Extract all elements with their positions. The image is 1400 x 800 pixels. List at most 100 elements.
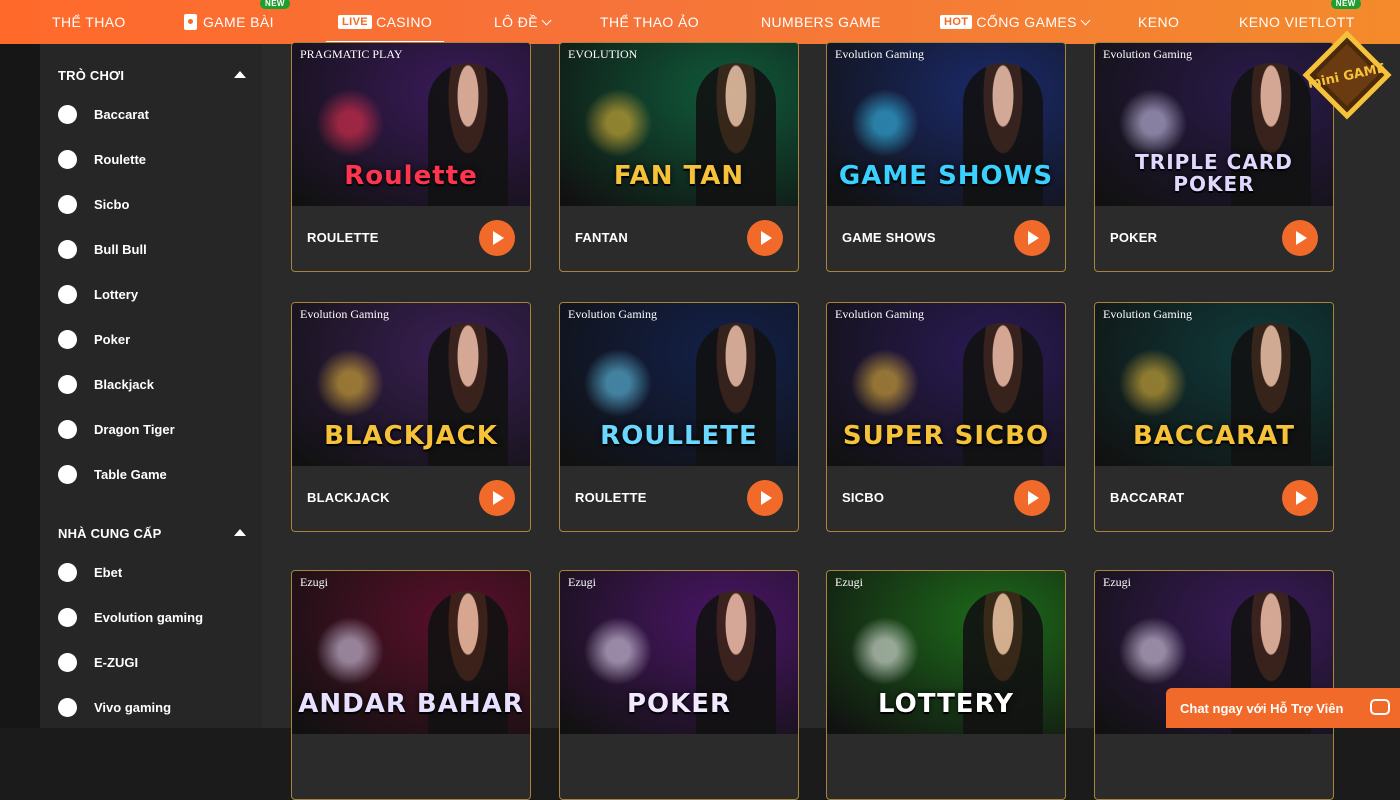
game-thumbnail[interactable]: Evolution Gaming BLACKJACK	[292, 303, 530, 466]
top-navigation: THỂ THAO GAME BÀI NEW LIVE CASINO LÔ ĐỀ TH…	[0, 0, 1400, 44]
provider-logo: Ezugi	[1103, 575, 1131, 589]
provider-logo: Evolution Gaming	[568, 307, 657, 321]
filter-game-baccarat[interactable]: Baccarat	[58, 103, 149, 125]
game-thumbnail[interactable]: Ezugi POKER	[560, 571, 798, 734]
game-thumbnail[interactable]: PRAGMATIC PLAY Roulette	[292, 43, 530, 206]
play-button-icon[interactable]	[1014, 220, 1050, 256]
game-prop-image	[310, 343, 390, 423]
game-thumbnail[interactable]: Ezugi ANDAR BAHAR	[292, 571, 530, 734]
game-thumbnail[interactable]: Evolution Gaming TRIPLE CARD POKER	[1095, 43, 1333, 206]
play-button-icon[interactable]	[479, 220, 515, 256]
nav-item-the-thao-ao[interactable]: THỂ THAO ẢO	[600, 0, 699, 44]
mini-game-icon[interactable]: mini GAME	[1302, 30, 1392, 120]
game-card[interactable]: EzugiRO	[1094, 570, 1334, 800]
nav-label: KENO	[1138, 14, 1180, 30]
game-thumbnail[interactable]: Evolution Gaming GAME SHOWS	[827, 43, 1065, 206]
nav-label: GAME BÀI	[203, 14, 274, 30]
nav-label: NUMBERS GAME	[761, 14, 881, 30]
game-banner-text: GAME SHOWS	[838, 161, 1054, 191]
nav-item-numbers-game[interactable]: NUMBERS GAME	[761, 0, 881, 44]
provider-logo: Ezugi	[568, 575, 596, 589]
play-button-icon[interactable]	[479, 480, 515, 516]
filter-label: Table Game	[94, 466, 167, 482]
game-prop-image	[845, 343, 925, 423]
game-banner-text: Roulette	[344, 161, 478, 191]
filter-provider-ezugi[interactable]: E-ZUGI	[58, 651, 138, 673]
filter-provider-vivo[interactable]: Vivo gaming	[58, 696, 171, 718]
game-card[interactable]: Evolution Gaming SUPER SICBO SICBO	[826, 302, 1066, 532]
play-button-icon[interactable]	[1282, 480, 1318, 516]
game-card[interactable]: Evolution Gaming ROULLETE ROULETTE	[559, 302, 799, 532]
filter-game-blackjack[interactable]: Blackjack	[58, 373, 154, 395]
radio-icon	[58, 697, 77, 717]
filter-game-dragon-tiger[interactable]: Dragon Tiger	[58, 418, 175, 440]
game-card[interactable]: Evolution Gaming GAME SHOWS GAME SHOWS	[826, 42, 1066, 272]
nav-item-casino[interactable]: LIVE CASINO	[326, 0, 445, 44]
filter-game-table-game[interactable]: Table Game	[58, 463, 167, 485]
radio-icon	[58, 607, 77, 627]
game-thumbnail[interactable]: Ezugi LOTTERY	[827, 571, 1065, 734]
filter-game-roulette[interactable]: Roulette	[58, 148, 146, 170]
filter-label: Roulette	[94, 151, 146, 167]
nav-item-the-thao[interactable]: THỂ THAO	[52, 0, 126, 44]
filter-game-bull-bull[interactable]: Bull Bull	[58, 238, 147, 260]
game-card[interactable]: Evolution Gaming TRIPLE CARD POKER POKER	[1094, 42, 1334, 272]
chevron-down-icon	[541, 15, 552, 25]
game-card[interactable]: PRAGMATIC PLAY Roulette ROULETTE	[291, 42, 531, 272]
filter-label: Bull Bull	[94, 241, 147, 257]
filter-game-lottery[interactable]: Lottery	[58, 283, 138, 305]
game-thumbnail[interactable]: Evolution Gaming SUPER SICBO	[827, 303, 1065, 466]
play-button-icon[interactable]	[1282, 220, 1318, 256]
game-card[interactable]: Ezugi POKER	[559, 570, 799, 800]
play-button-icon[interactable]	[1014, 480, 1050, 516]
radio-icon	[58, 374, 77, 394]
nav-label: CỔNG GAMES	[976, 14, 1077, 30]
collapse-providers-icon[interactable]	[234, 529, 246, 536]
filter-provider-ebet[interactable]: Ebet	[58, 561, 122, 583]
game-banner-text: FAN TAN	[613, 161, 745, 191]
filter-label: Dragon Tiger	[94, 421, 175, 437]
game-title: FANTAN	[575, 230, 628, 245]
game-title: GAME SHOWS	[842, 230, 936, 245]
filter-provider-evolution[interactable]: Evolution gaming	[58, 606, 203, 628]
filter-game-poker[interactable]: Poker	[58, 328, 130, 350]
nav-item-cong-games[interactable]: HOT CỔNG GAMES	[940, 0, 1091, 44]
filter-label: Sicbo	[94, 196, 130, 212]
play-button-icon[interactable]	[747, 220, 783, 256]
provider-logo: Evolution Gaming	[300, 307, 389, 321]
radio-icon	[58, 652, 77, 672]
game-title: ROULETTE	[307, 230, 379, 245]
radio-icon	[58, 562, 77, 582]
filter-label: E-ZUGI	[94, 654, 139, 670]
game-card[interactable]: EVOLUTION FAN TAN FANTAN	[559, 42, 799, 272]
live-tag: LIVE	[338, 15, 373, 29]
game-prop-image	[1113, 343, 1193, 423]
live-chat-button[interactable]: Chat ngay với Hỗ Trợ Viên	[1166, 688, 1400, 728]
hot-tag: HOT	[940, 15, 973, 29]
play-button-icon[interactable]	[747, 480, 783, 516]
radio-icon	[58, 149, 77, 169]
collapse-games-icon[interactable]	[234, 71, 246, 78]
game-prop-image	[578, 343, 658, 423]
game-card[interactable]: Evolution Gaming BLACKJACK BLACKJACK	[291, 302, 531, 532]
game-title: ROULETTE	[575, 490, 647, 505]
game-banner-text: BACCARAT	[1132, 421, 1296, 451]
game-thumbnail[interactable]: EVOLUTION FAN TAN	[560, 43, 798, 206]
radio-icon	[58, 464, 77, 484]
game-card[interactable]: Ezugi LOTTERY	[826, 570, 1066, 800]
provider-logo: Evolution Gaming	[1103, 47, 1192, 61]
nav-label: LÔ ĐỀ	[494, 14, 539, 30]
nav-item-keno[interactable]: KENO	[1138, 0, 1179, 44]
provider-logo: Evolution Gaming	[835, 307, 924, 321]
nav-item-game-bai[interactable]: GAME BÀI NEW	[184, 0, 290, 44]
game-banner-text: LOTTERY	[878, 689, 1014, 719]
filter-game-sicbo[interactable]: Sicbo	[58, 193, 129, 215]
game-thumbnail[interactable]: Evolution Gaming ROULLETE	[560, 303, 798, 466]
nav-item-lo-de[interactable]: LÔ ĐỀ	[494, 0, 552, 44]
game-thumbnail[interactable]: Evolution Gaming BACCARAT	[1095, 303, 1333, 466]
game-card[interactable]: Evolution Gaming BACCARAT BACCARAT	[1094, 302, 1334, 532]
game-card[interactable]: Ezugi ANDAR BAHAR	[291, 570, 531, 800]
game-prop-image	[310, 611, 390, 691]
game-banner-text: SUPER SICBO	[842, 421, 1050, 451]
chat-bubble-icon	[1370, 699, 1390, 715]
